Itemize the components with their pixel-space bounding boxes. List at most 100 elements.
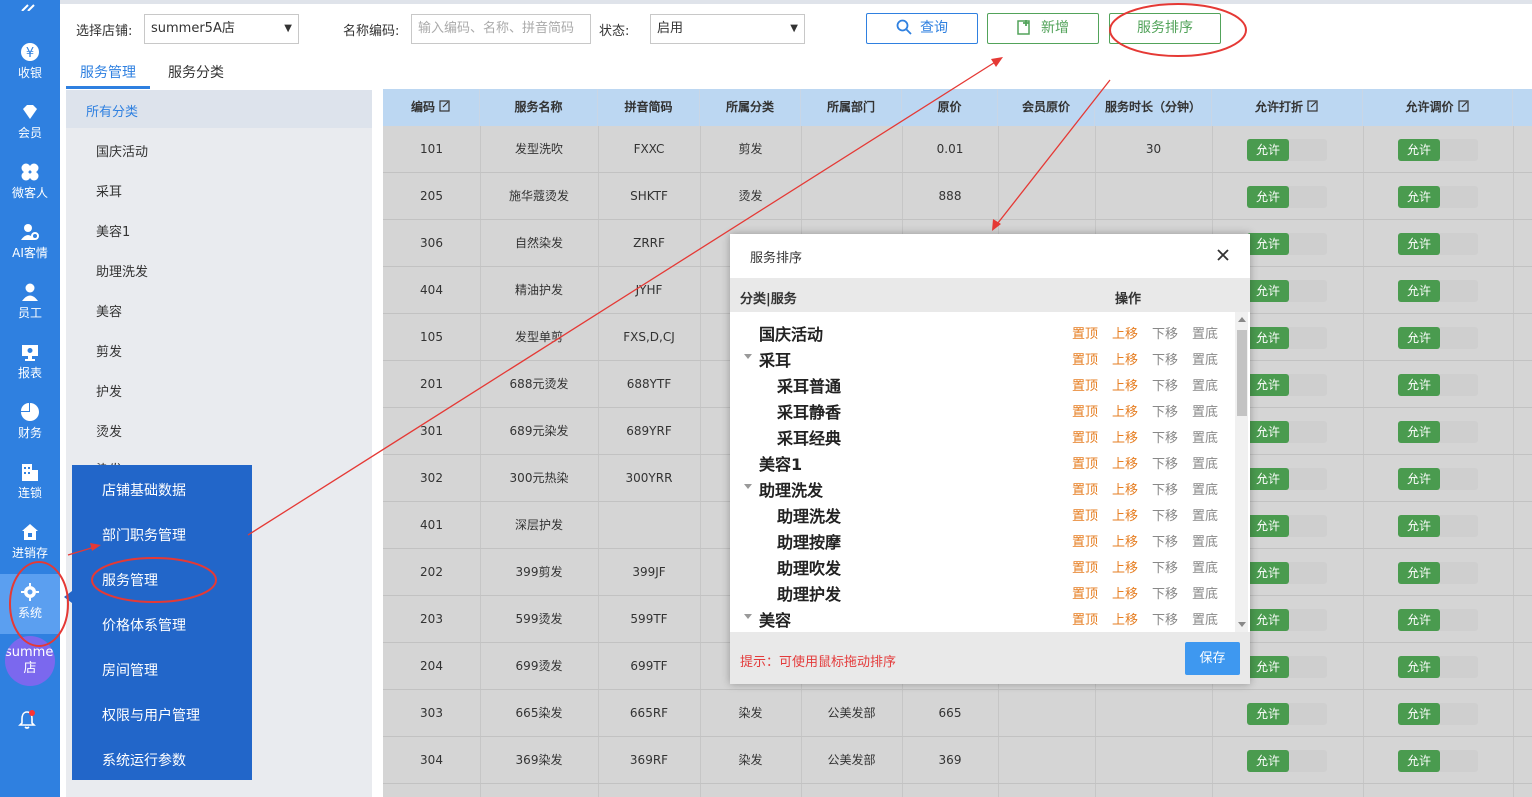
store-select[interactable]: summer5A店 ▼: [144, 14, 299, 44]
op-down-link[interactable]: 下移: [1152, 505, 1178, 524]
category-item-all[interactable]: 所有分类: [86, 101, 138, 120]
sort-list-item[interactable]: 采耳普通 置顶 上移 下移 置底: [730, 370, 1235, 396]
nav-item-staff[interactable]: 员工: [0, 274, 60, 334]
nav-item-wechat-guest[interactable]: 微客人: [0, 154, 60, 214]
op-top-link[interactable]: 置顶: [1072, 427, 1098, 446]
allow-discount-toggle[interactable]: 允许: [1247, 656, 1327, 678]
allow-discount-toggle[interactable]: 允许: [1247, 233, 1327, 255]
allow-discount-toggle[interactable]: 允许: [1247, 374, 1327, 396]
op-up-link[interactable]: 上移: [1112, 453, 1138, 472]
op-up-link[interactable]: 上移: [1112, 609, 1138, 628]
save-button[interactable]: 保存: [1185, 642, 1240, 675]
allow-discount-toggle[interactable]: 允许: [1247, 750, 1327, 772]
sort-list-item[interactable]: 国庆活动 置顶 上移 下移 置底: [730, 318, 1235, 344]
scroll-thumb[interactable]: [1237, 330, 1247, 416]
sort-list-item[interactable]: 美容 置顶 上移 下移 置底: [730, 604, 1235, 630]
op-bottom-link[interactable]: 置底: [1192, 609, 1218, 628]
allow-discount-toggle[interactable]: 允许: [1247, 186, 1327, 208]
scroll-down-icon[interactable]: [1238, 622, 1246, 627]
sort-list-item[interactable]: 采耳经典 置顶 上移 下移 置底: [730, 422, 1235, 448]
allow-discount-toggle[interactable]: 允许: [1247, 609, 1327, 631]
allow-price-change-toggle[interactable]: 允许: [1398, 374, 1478, 396]
column-header-allow-discount[interactable]: 允许打折: [1212, 89, 1363, 126]
close-icon[interactable]: [1216, 248, 1230, 266]
op-bottom-link[interactable]: 置底: [1192, 453, 1218, 472]
allow-discount-toggle[interactable]: 允许: [1247, 515, 1327, 537]
tab-service-category[interactable]: 服务分类: [168, 62, 224, 82]
op-up-link[interactable]: 上移: [1112, 531, 1138, 550]
op-up-link[interactable]: 上移: [1112, 375, 1138, 394]
op-down-link[interactable]: 下移: [1152, 557, 1178, 576]
allow-discount-toggle[interactable]: 允许: [1247, 139, 1327, 161]
nav-item-system[interactable]: 系统: [0, 574, 60, 634]
expand-triangle-icon[interactable]: [744, 354, 752, 359]
op-down-link[interactable]: 下移: [1152, 323, 1178, 342]
allow-discount-toggle[interactable]: 允许: [1247, 468, 1327, 490]
menu-item-room-management[interactable]: 房间管理: [102, 660, 158, 680]
allow-price-change-toggle[interactable]: 允许: [1398, 515, 1478, 537]
op-bottom-link[interactable]: 置底: [1192, 531, 1218, 550]
allow-price-change-toggle[interactable]: 允许: [1398, 609, 1478, 631]
allow-price-change-toggle[interactable]: 允许: [1398, 656, 1478, 678]
nav-item-finance[interactable]: 财务: [0, 394, 60, 454]
category-item[interactable]: 剪发: [96, 341, 122, 360]
sort-list-item[interactable]: 助理洗发 置顶 上移 下移 置底: [730, 474, 1235, 500]
menu-item-system-params[interactable]: 系统运行参数: [102, 750, 186, 770]
tab-service-management[interactable]: 服务管理: [80, 62, 136, 82]
column-header-code[interactable]: 编码: [383, 89, 480, 126]
allow-discount-toggle[interactable]: 允许: [1247, 327, 1327, 349]
op-down-link[interactable]: 下移: [1152, 583, 1178, 602]
op-up-link[interactable]: 上移: [1112, 505, 1138, 524]
op-bottom-link[interactable]: 置底: [1192, 401, 1218, 420]
op-bottom-link[interactable]: 置底: [1192, 349, 1218, 368]
sort-list-item[interactable]: 助理吹发 置顶 上移 下移 置底: [730, 552, 1235, 578]
op-up-link[interactable]: 上移: [1112, 427, 1138, 446]
op-down-link[interactable]: 下移: [1152, 349, 1178, 368]
menu-item-permission-user[interactable]: 权限与用户管理: [102, 705, 200, 725]
op-down-link[interactable]: 下移: [1152, 609, 1178, 628]
table-row[interactable]: 303 665染发 665RF 染发 公美发部 665 允许 允许: [383, 690, 1532, 737]
op-bottom-link[interactable]: 置底: [1192, 427, 1218, 446]
category-item[interactable]: 采耳: [96, 181, 122, 200]
op-up-link[interactable]: 上移: [1112, 583, 1138, 602]
nav-item-ai-guest[interactable]: AI客情: [0, 214, 60, 274]
op-up-link[interactable]: 上移: [1112, 557, 1138, 576]
op-up-link[interactable]: 上移: [1112, 323, 1138, 342]
allow-discount-toggle[interactable]: 允许: [1247, 703, 1327, 725]
sort-list-scrollbar[interactable]: [1235, 312, 1248, 632]
op-up-link[interactable]: 上移: [1112, 349, 1138, 368]
category-item[interactable]: 护发: [96, 381, 122, 400]
table-row[interactable]: 304 369染发 369RF 染发 公美发部 369 允许 允许: [383, 737, 1532, 784]
expand-triangle-icon[interactable]: [744, 484, 752, 489]
category-item[interactable]: 美容1: [96, 221, 130, 240]
allow-discount-toggle[interactable]: 允许: [1247, 280, 1327, 302]
nav-item-report[interactable]: 报表: [0, 334, 60, 394]
category-item[interactable]: 美容: [96, 301, 122, 320]
code-search-input[interactable]: 输入编码、名称、拼音简码: [411, 14, 591, 44]
edit-icon[interactable]: [439, 100, 451, 112]
expand-icon[interactable]: [18, 0, 42, 12]
category-item[interactable]: 助理洗发: [96, 261, 148, 280]
scroll-up-icon[interactable]: [1238, 317, 1246, 322]
op-bottom-link[interactable]: 置底: [1192, 323, 1218, 342]
query-button[interactable]: 查询: [866, 13, 978, 44]
op-top-link[interactable]: 置顶: [1072, 505, 1098, 524]
status-select[interactable]: 启用 ▼: [650, 14, 805, 44]
op-down-link[interactable]: 下移: [1152, 375, 1178, 394]
op-top-link[interactable]: 置顶: [1072, 453, 1098, 472]
edit-icon[interactable]: [1457, 100, 1470, 112]
sort-list-item[interactable]: 采耳 置顶 上移 下移 置底: [730, 344, 1235, 370]
op-down-link[interactable]: 下移: [1152, 427, 1178, 446]
allow-price-change-toggle[interactable]: 允许: [1398, 186, 1478, 208]
allow-discount-toggle[interactable]: 允许: [1247, 562, 1327, 584]
op-down-link[interactable]: 下移: [1152, 531, 1178, 550]
op-bottom-link[interactable]: 置底: [1192, 505, 1218, 524]
menu-item-department-position[interactable]: 部门职务管理: [102, 525, 186, 545]
op-top-link[interactable]: 置顶: [1072, 401, 1098, 420]
op-bottom-link[interactable]: 置底: [1192, 375, 1218, 394]
menu-item-service-management[interactable]: 服务管理: [102, 570, 158, 590]
allow-price-change-toggle[interactable]: 允许: [1398, 327, 1478, 349]
allow-price-change-toggle[interactable]: 允许: [1398, 139, 1478, 161]
op-bottom-link[interactable]: 置底: [1192, 557, 1218, 576]
op-top-link[interactable]: 置顶: [1072, 375, 1098, 394]
